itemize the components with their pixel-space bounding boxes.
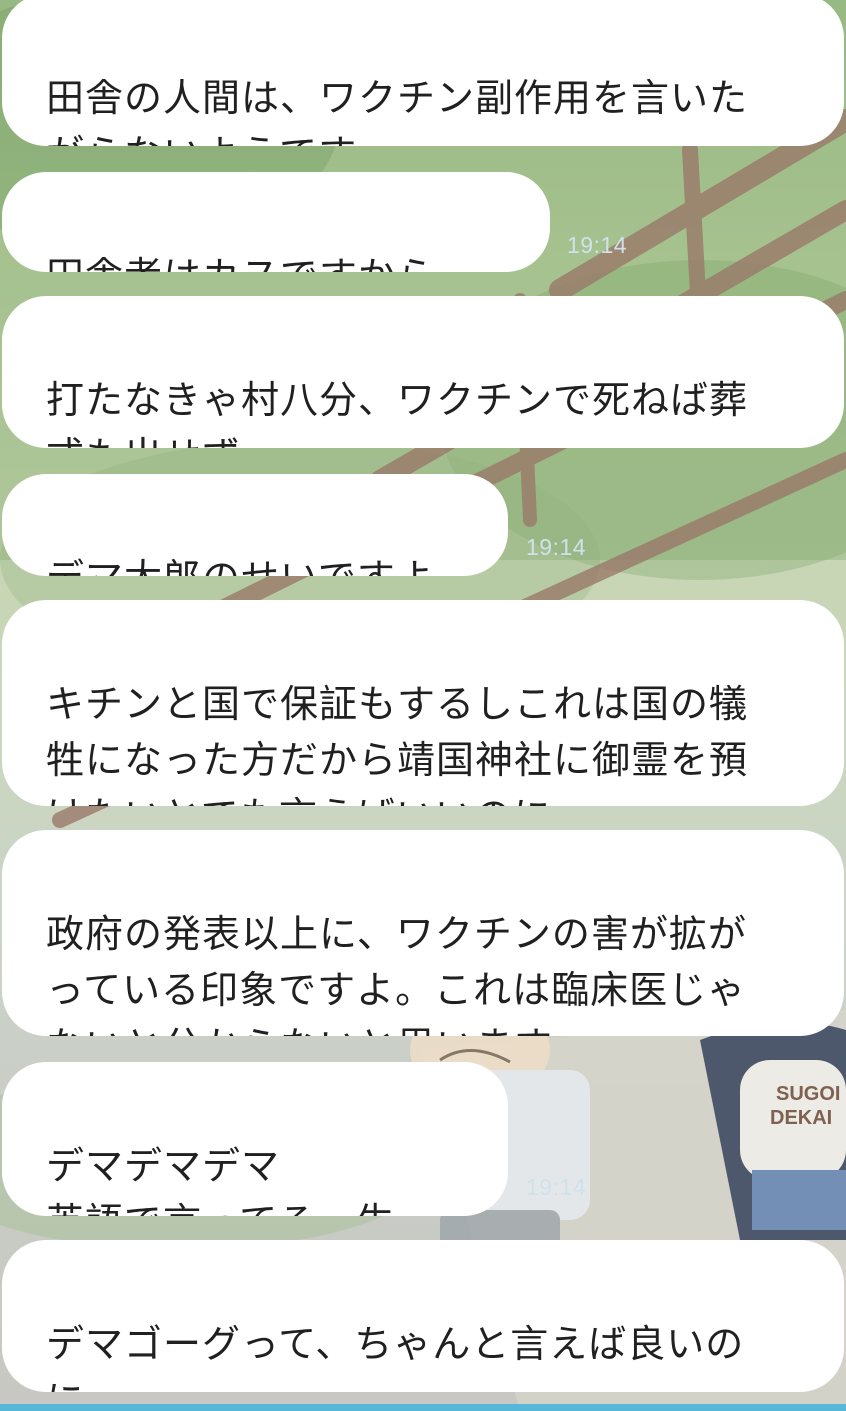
message-timestamp: 19:14 [526,534,587,560]
chat-background: SUGOI DEKAI 田舎の人間は、ワクチン副作用を言いた がらないようです。… [0,0,846,1411]
message-text: 政府の発表以上に、ワクチンの害が拡が っている印象ですよ。これは臨床医じゃ ない… [46,912,747,1036]
message-bubble[interactable]: 打たなきゃ村八分、ワクチンで死ねば葬 式も出せず。 [2,296,844,448]
shirt-text-line-2: DEKAI [770,1107,832,1129]
message-bubble[interactable]: キチンと国で保証もするしこれは国の犠 牲になった方だから靖国神社に御霊を預 けた… [2,600,844,806]
message-bubble[interactable]: 田舎の人間は、ワクチン副作用を言いた がらないようです。 [2,0,844,146]
message-bubble[interactable]: デマゴーグって、ちゃんと言えば良いの にｗ [2,1240,844,1392]
message-text: キチンと国で保証もするしこれは国の犠 牲になった方だから靖国神社に御霊を預 けた… [46,682,749,806]
message-bubble[interactable]: デマデマデマ 英語で言ってろ一生。 [2,1062,508,1216]
shirt-text-line-1: SUGOI [776,1083,840,1105]
message-timestamp: 19:14 [526,1174,587,1200]
message-text: 田舎の人間は、ワクチン副作用を言いた がらないようです。 [46,76,749,146]
message-text: デマゴーグって、ちゃんと言えば良いの にｗ [46,1322,745,1392]
message-text: デマ太郎のせいですよ [46,556,435,576]
message-bubble[interactable]: 田舎者はカスですから。 [2,172,550,272]
message-bubble[interactable]: デマ太郎のせいですよ [2,474,508,576]
message-bubble[interactable]: 政府の発表以上に、ワクチンの害が拡が っている印象ですよ。これは臨床医じゃ ない… [2,830,844,1036]
message-text: 田舎者はカスですから。 [46,254,475,272]
message-text: デマデマデマ 英語で言ってろ一生。 [46,1144,433,1216]
bottom-accent-bar [0,1404,846,1411]
message-text: 打たなきゃ村八分、ワクチンで死ねば葬 式も出せず。 [46,378,749,448]
message-timestamp: 19:14 [567,232,628,258]
